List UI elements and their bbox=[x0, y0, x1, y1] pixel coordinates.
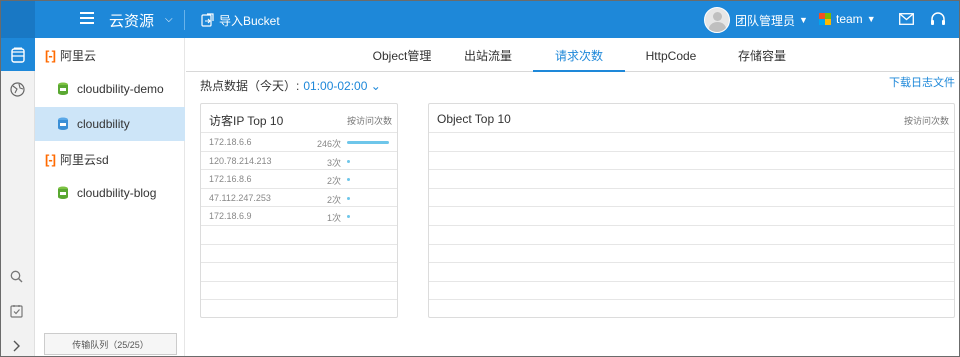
visit-bar bbox=[347, 215, 350, 219]
bucket-icon bbox=[58, 117, 68, 130]
tree-bucket[interactable]: cloudbility-demo bbox=[35, 72, 185, 106]
tree-bucket[interactable]: cloudbility-blog bbox=[35, 176, 185, 210]
expand-chevron-icon[interactable] bbox=[12, 340, 21, 355]
ip-address: 172.18.6.6 bbox=[209, 137, 252, 147]
table-row bbox=[429, 187, 954, 207]
account-name: 阿里云sd bbox=[60, 152, 109, 167]
visit-bar bbox=[347, 178, 350, 182]
tab-outbound-traffic[interactable]: 出站流量 bbox=[448, 38, 528, 72]
import-bucket-label: 导入Bucket bbox=[219, 13, 280, 28]
table-row bbox=[429, 132, 954, 151]
table-row: 172.16.8.6 2次 bbox=[201, 169, 397, 188]
microsoft-logo-icon bbox=[819, 13, 831, 25]
hot-data-filter: 热点数据（今天）: 01:00-02:00 ⌄ bbox=[200, 77, 381, 94]
task-check-icon[interactable] bbox=[10, 304, 23, 321]
team-name: team bbox=[836, 12, 863, 26]
transfer-queue-button[interactable]: 传输队列（25/25） bbox=[44, 333, 177, 355]
table-row bbox=[201, 299, 397, 318]
table-row bbox=[429, 150, 954, 170]
chevron-down-icon: ⌄ bbox=[370, 78, 381, 93]
table-row bbox=[201, 225, 397, 244]
tab-storage-capacity[interactable]: 存储容量 bbox=[726, 38, 798, 72]
table-row bbox=[201, 262, 397, 281]
card-title: 访客IP Top 10 bbox=[209, 114, 284, 128]
support-headset-icon[interactable] bbox=[930, 12, 946, 30]
visitor-ip-card: 访客IP Top 10 按访问次数 172.18.6.6 246次 120.78.2… bbox=[200, 103, 398, 318]
table-row bbox=[429, 169, 954, 188]
tab-request-count[interactable]: 请求次数 bbox=[533, 38, 625, 72]
divider bbox=[184, 10, 185, 30]
table-row: 120.78.214.213 3次 bbox=[201, 150, 397, 170]
tab-bar: Object管理 出站流量 请求次数 HttpCode 存储容量 bbox=[186, 38, 959, 72]
bucket-name: cloudbility bbox=[77, 117, 130, 131]
time-range-select[interactable]: 01:00-02:00 ⌄ bbox=[303, 79, 380, 93]
table-row bbox=[429, 262, 954, 281]
sort-label[interactable]: 按访问次数 bbox=[904, 114, 949, 127]
app-logo bbox=[1, 1, 35, 38]
avatar bbox=[704, 7, 730, 33]
aliyun-logo-icon: [-] bbox=[45, 151, 56, 167]
table-row bbox=[429, 280, 954, 300]
table-row bbox=[429, 243, 954, 263]
bucket-name: cloudbility-blog bbox=[77, 186, 157, 200]
table-row: 172.18.6.6 246次 bbox=[201, 132, 397, 151]
tab-httpcode[interactable]: HttpCode bbox=[634, 38, 708, 72]
visit-count: 3次 bbox=[326, 157, 341, 168]
ip-address: 172.18.6.9 bbox=[209, 211, 252, 222]
user-menu[interactable]: 团队管理员 ▼ bbox=[704, 7, 808, 33]
menu-icon[interactable] bbox=[80, 12, 94, 24]
mail-icon[interactable] bbox=[899, 13, 914, 28]
globe-icon[interactable] bbox=[10, 82, 25, 100]
card-title: Object Top 10 bbox=[437, 112, 511, 126]
object-top-card: Object Top 10 按访问次数 bbox=[428, 103, 955, 318]
team-switcher[interactable]: team ▼ bbox=[819, 12, 876, 26]
table-row: 172.18.6.9 1次 bbox=[201, 206, 397, 225]
sort-label[interactable]: 按访问次数 bbox=[347, 114, 392, 127]
visit-count: 1次 bbox=[326, 213, 341, 224]
table-row bbox=[201, 243, 397, 263]
ip-address: 172.16.8.6 bbox=[209, 174, 252, 185]
import-bucket-button[interactable]: 导入Bucket bbox=[201, 11, 280, 29]
bucket-icon bbox=[58, 82, 68, 95]
download-log-link[interactable]: 下载日志文件 bbox=[889, 74, 955, 90]
chevron-down-icon[interactable]: ⌵ bbox=[165, 14, 173, 25]
ip-address: 120.78.214.213 bbox=[209, 155, 272, 166]
ip-address: 47.112.247.253 bbox=[209, 192, 271, 203]
bucket-icon bbox=[58, 186, 68, 199]
account-name: 阿里云 bbox=[60, 48, 97, 63]
bucket-icon bbox=[11, 47, 25, 63]
table-row: 47.112.247.253 2次 bbox=[201, 187, 397, 207]
bucket-name: cloudbility-demo bbox=[77, 82, 164, 96]
visit-bar bbox=[347, 196, 350, 200]
filter-label: 热点数据（今天）: bbox=[200, 79, 300, 93]
import-icon bbox=[201, 13, 214, 27]
table-row bbox=[201, 280, 397, 300]
page-title[interactable]: 云资源 bbox=[109, 10, 154, 31]
chevron-down-icon: ▼ bbox=[799, 15, 808, 25]
visit-bar bbox=[347, 141, 389, 144]
bucket-tree: [-] 阿里云 cloudbility-demo cloudbility [-] 阿… bbox=[35, 38, 185, 356]
tree-account[interactable]: [-] 阿里云 bbox=[35, 38, 185, 72]
table-row bbox=[429, 225, 954, 244]
side-rail bbox=[1, 38, 35, 356]
tree-account[interactable]: [-] 阿里云sd bbox=[35, 142, 185, 176]
time-range-value: 01:00-02:00 bbox=[303, 78, 368, 93]
visit-count: 2次 bbox=[326, 176, 341, 187]
table-row bbox=[429, 299, 954, 318]
table-row bbox=[429, 206, 954, 225]
tab-object-management[interactable]: Object管理 bbox=[358, 38, 446, 72]
top-bar: 云资源 ⌵ 导入Bucket 团队管理员 ▼ team ▼ bbox=[1, 1, 959, 38]
aliyun-logo-icon: [-] bbox=[45, 47, 56, 63]
tree-bucket-selected[interactable]: cloudbility bbox=[35, 107, 185, 141]
visit-count: 2次 bbox=[326, 194, 341, 205]
chevron-down-icon: ▼ bbox=[866, 14, 876, 24]
search-icon[interactable] bbox=[10, 270, 23, 286]
visit-count: 246次 bbox=[316, 139, 341, 149]
user-name: 团队管理员 bbox=[735, 13, 796, 28]
visit-bar bbox=[347, 159, 350, 163]
storage-nav-button[interactable] bbox=[1, 38, 35, 71]
